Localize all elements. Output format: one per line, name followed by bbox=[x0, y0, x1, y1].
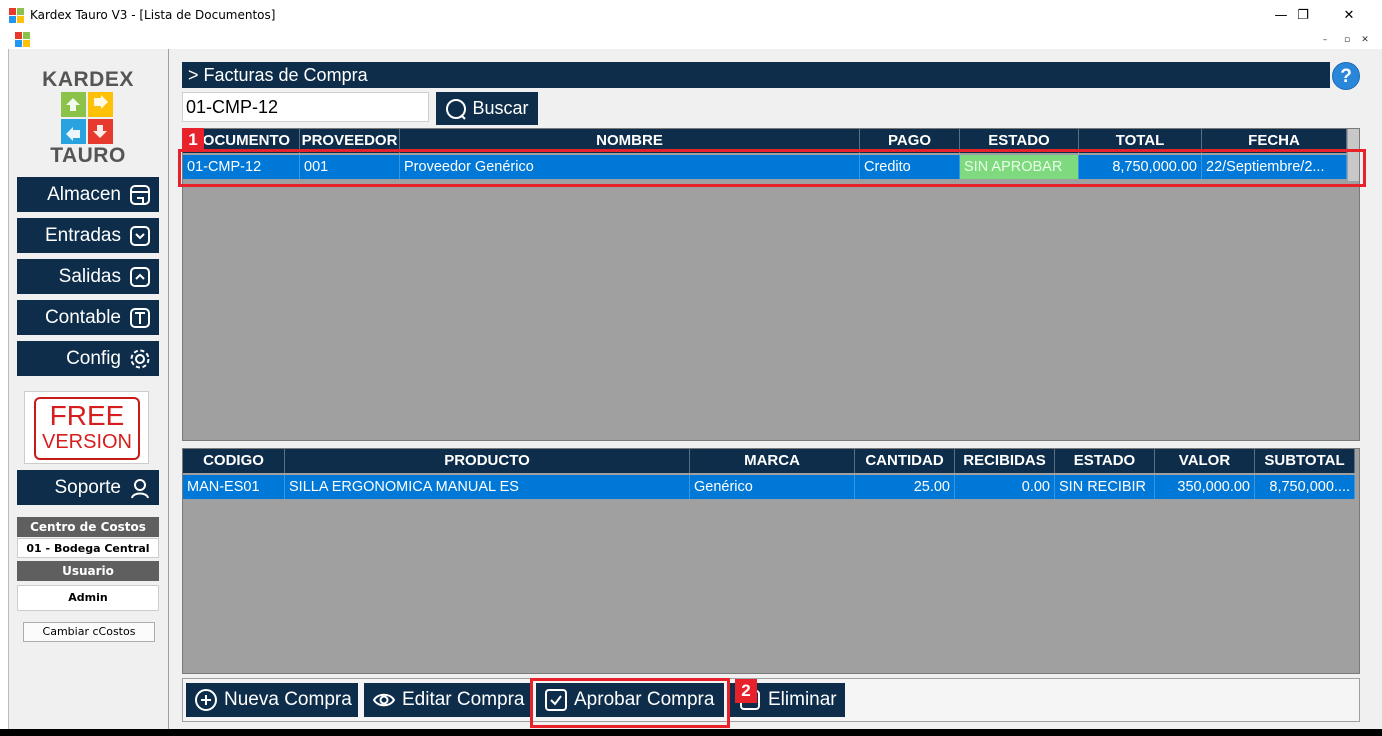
gear-icon bbox=[130, 349, 150, 368]
annotation-highlight-row bbox=[178, 149, 1366, 187]
mdi-restore-button[interactable]: ▫ bbox=[1340, 33, 1354, 47]
logo-puzzle-icon bbox=[61, 92, 113, 144]
cell-codigo: MAN-ES01 bbox=[183, 475, 285, 499]
details-header-row: CODIGO PRODUCTO MARCA CANTIDAD RECIBIDAS… bbox=[183, 449, 1355, 473]
logo-text-bottom: TAURO bbox=[50, 144, 126, 167]
usuario-value: Admin bbox=[17, 585, 159, 611]
sidebar-item-label: Salidas bbox=[58, 265, 121, 287]
free-version-badge: FREE VERSION bbox=[24, 391, 149, 464]
table-row[interactable]: MAN-ES01 SILLA ERGONOMICA MANUAL ES Gené… bbox=[183, 475, 1355, 499]
sidebar-item-label: Almacen bbox=[47, 183, 121, 205]
details-grid: CODIGO PRODUCTO MARCA CANTIDAD RECIBIDAS… bbox=[182, 448, 1360, 674]
usuario-label: Usuario bbox=[17, 561, 159, 581]
bottom-border bbox=[0, 729, 1382, 736]
app-icon bbox=[9, 8, 25, 24]
nueva-compra-button[interactable]: Nueva Compra bbox=[186, 683, 358, 717]
centro-costos-label: Centro de Costos bbox=[17, 517, 159, 537]
mdi-app-icon bbox=[15, 32, 31, 48]
eliminar-label: Eliminar bbox=[768, 689, 837, 710]
cambiar-ccostos-button[interactable]: Cambiar cCostos bbox=[23, 622, 155, 642]
soporte-button[interactable]: Soporte bbox=[17, 470, 159, 505]
eye-icon bbox=[372, 693, 396, 707]
book-icon bbox=[130, 307, 150, 328]
annotation-tag-1: 1 bbox=[182, 128, 204, 152]
cell-producto: SILLA ERGONOMICA MANUAL ES bbox=[285, 475, 690, 499]
sidebar-item-label: Contable bbox=[44, 306, 121, 328]
nueva-compra-label: Nueva Compra bbox=[224, 689, 352, 710]
centro-costos-value: 01 - Bodega Central bbox=[17, 538, 159, 558]
sidebar-item-label: Config bbox=[66, 347, 121, 369]
sidebar-item-entradas[interactable]: Entradas bbox=[17, 218, 159, 253]
mdi-strip bbox=[0, 31, 1382, 49]
column-header-marca[interactable]: MARCA bbox=[690, 449, 855, 473]
editar-compra-button[interactable]: Editar Compra bbox=[364, 683, 532, 717]
version-label: VERSION bbox=[41, 431, 133, 453]
soporte-label: Soporte bbox=[54, 476, 121, 498]
sidebar-item-contable[interactable]: Contable bbox=[17, 300, 159, 335]
inbox-down-icon bbox=[130, 225, 150, 246]
window-title: Kardex Tauro V3 - [Lista de Documentos] bbox=[30, 8, 276, 22]
column-header-producto[interactable]: PRODUCTO bbox=[285, 449, 690, 473]
cell-recibidas: 0.00 bbox=[955, 475, 1055, 499]
buscar-label: Buscar bbox=[472, 98, 529, 118]
sidebar-item-config[interactable]: Config bbox=[17, 341, 159, 376]
column-header-codigo[interactable]: CODIGO bbox=[183, 449, 285, 473]
user-support-icon bbox=[131, 478, 149, 498]
cell-marca: Genérico bbox=[690, 475, 855, 499]
maximize-button[interactable]: ❐ bbox=[1280, 0, 1326, 31]
search-icon bbox=[446, 98, 467, 120]
mdi-minimize-button[interactable]: – bbox=[1318, 33, 1332, 47]
annotation-tag-2: 2 bbox=[735, 679, 757, 703]
column-header-subtotal[interactable]: SUBTOTAL bbox=[1255, 449, 1355, 473]
title-bar: Kardex Tauro V3 - [Lista de Documentos] … bbox=[0, 0, 1382, 31]
column-header-cantidad[interactable]: CANTIDAD bbox=[855, 449, 955, 473]
cell-cantidad: 25.00 bbox=[855, 475, 955, 499]
free-label: FREE bbox=[49, 400, 125, 431]
help-icon[interactable]: ? bbox=[1332, 62, 1360, 90]
search-input[interactable] bbox=[182, 92, 429, 122]
column-header-recibidas[interactable]: RECIBIDAS bbox=[955, 449, 1055, 473]
store-icon bbox=[130, 184, 150, 205]
annotation-highlight-aprobar bbox=[530, 678, 730, 728]
logo-text-top: KARDEX bbox=[42, 68, 134, 91]
sidebar-item-almacen[interactable]: Almacen bbox=[17, 177, 159, 212]
close-button[interactable]: ✕ bbox=[1326, 0, 1372, 31]
column-header-estado[interactable]: ESTADO bbox=[1055, 449, 1155, 473]
column-header-valor[interactable]: VALOR bbox=[1155, 449, 1255, 473]
buscar-button[interactable]: Buscar bbox=[436, 92, 538, 125]
cell-estado: SIN RECIBIR bbox=[1055, 475, 1155, 499]
sidebar-item-label: Entradas bbox=[44, 224, 121, 246]
cell-valor: 350,000.00 bbox=[1155, 475, 1255, 499]
inbox-up-icon bbox=[130, 266, 150, 287]
page-title: > Facturas de Compra bbox=[182, 62, 1330, 88]
cell-subtotal: 8,750,000.... bbox=[1255, 475, 1355, 499]
add-circle-icon bbox=[195, 689, 217, 711]
sidebar-item-salidas[interactable]: Salidas bbox=[17, 259, 159, 294]
editar-compra-label: Editar Compra bbox=[402, 689, 525, 710]
mdi-close-button[interactable]: ✕ bbox=[1358, 33, 1372, 47]
kardex-tauro-logo: KARDEX TAURO bbox=[30, 66, 146, 168]
